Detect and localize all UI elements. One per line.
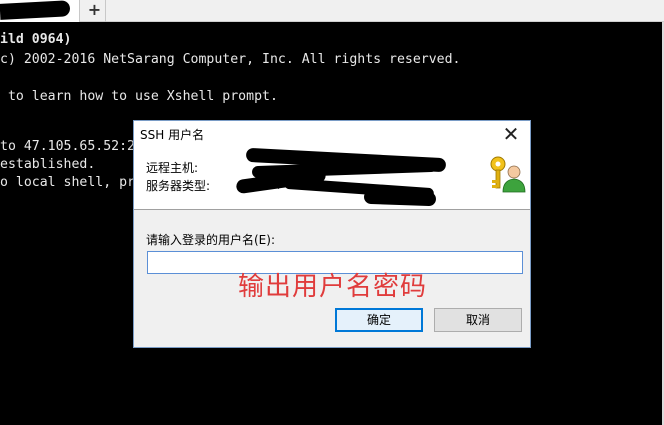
connection-info: 远程主机: 服务器类型: SSH bbox=[134, 147, 530, 209]
cancel-button[interactable]: 取消 bbox=[434, 308, 522, 332]
terminal-line: c) 2002-2016 NetSarang Computer, Inc. Al… bbox=[0, 52, 461, 67]
remote-host-label: 远程主机: bbox=[146, 161, 199, 175]
username-prompt-label: 请输入登录的用户名(E): bbox=[146, 233, 275, 247]
server-type-label: 服务器类型: bbox=[146, 179, 211, 193]
terminal-line: ild 0964) bbox=[0, 32, 72, 47]
terminal-line: o local shell, pr bbox=[0, 175, 135, 190]
terminal-line: to 47.105.65.52:2 bbox=[0, 139, 135, 154]
ok-button[interactable]: 确定 bbox=[335, 308, 423, 332]
user-key-icon bbox=[490, 156, 526, 193]
session-tab[interactable] bbox=[0, 0, 80, 22]
dialog-title: SSH 用户名 bbox=[140, 128, 205, 142]
annotation-text: 输出用户名密码 bbox=[238, 272, 428, 302]
close-icon[interactable]: ✕ bbox=[500, 123, 522, 145]
terminal-line: to learn how to use Xshell prompt. bbox=[0, 89, 278, 104]
redaction-scribble bbox=[363, 189, 437, 207]
new-tab-button[interactable]: + bbox=[84, 0, 106, 22]
ssh-username-dialog: SSH 用户名 ✕ 远程主机: 服务器类型: SSH 请输入登录的用户名(E):… bbox=[133, 120, 531, 348]
terminal-line: established. bbox=[0, 157, 96, 172]
redacted-tab-label bbox=[0, 0, 71, 20]
tab-bar: + bbox=[0, 0, 664, 22]
